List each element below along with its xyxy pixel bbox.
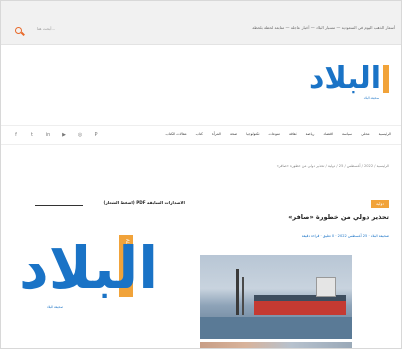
top-bar: أبحث هنا... أسعار الذهب اليوم في السعودي… xyxy=(1,1,401,45)
nav-item[interactable]: محلي xyxy=(361,132,369,136)
nav-item[interactable]: الرئيسية xyxy=(379,132,391,136)
sidebar-logo-subtitle: صحيفة البلاد xyxy=(47,305,64,309)
twitter-icon[interactable]: t xyxy=(29,132,35,138)
article-title: تحذير دولي من خطورة «صافر» xyxy=(288,213,389,221)
sidebar-logo-text: البلاد xyxy=(19,234,161,302)
main-navigation: الرئيسية محلي سياسة اقتصاد رياضة ثقافة م… xyxy=(1,125,401,145)
nav-item[interactable]: تكنولوجيا xyxy=(246,132,259,136)
search-icon[interactable] xyxy=(15,27,22,34)
site-logo[interactable]: البلاد صحيفة البلاد xyxy=(309,59,389,103)
sidebar-title-underline xyxy=(35,205,83,206)
image-mast xyxy=(236,269,239,315)
nav-item[interactable]: مقالات الكتاب xyxy=(166,132,187,136)
logo-subtitle: صحيفة البلاد xyxy=(363,96,379,100)
linkedin-icon[interactable]: in xyxy=(45,132,51,138)
nav-item[interactable]: رياضة xyxy=(306,132,315,136)
nav-item[interactable]: منوعات xyxy=(269,132,281,136)
image-water xyxy=(200,317,352,339)
nav-item[interactable]: كتاب xyxy=(196,132,203,136)
pdf-archive-logo[interactable]: AL BILAD البلاد صحيفة البلاد xyxy=(19,233,161,315)
pinterest-icon[interactable]: P xyxy=(93,132,99,138)
article-meta: صحيفة البلاد · 25 أغسطس 2022 · 0 تعليق ·… xyxy=(301,234,389,238)
logo-text: البلاد xyxy=(309,61,382,96)
youtube-icon[interactable]: ▶ xyxy=(61,132,67,138)
article-image xyxy=(200,255,352,339)
search-input[interactable]: أبحث هنا... xyxy=(37,26,55,31)
instagram-icon[interactable]: ◎ xyxy=(77,132,83,138)
image-mast xyxy=(242,277,244,315)
facebook-icon[interactable]: f xyxy=(13,132,19,138)
nav-item[interactable]: اقتصاد xyxy=(323,132,333,136)
page-frame: أبحث هنا... أسعار الذهب اليوم في السعودي… xyxy=(0,0,402,349)
logo-accent-bar xyxy=(383,65,389,93)
breadcrumb[interactable]: الرئيسية / 2022 / أغسطس / 25 / دولية / ت… xyxy=(277,164,389,168)
category-badge[interactable]: دولية xyxy=(371,200,389,208)
nav-item[interactable]: صحة xyxy=(230,132,237,136)
nav-items: الرئيسية محلي سياسة اقتصاد رياضة ثقافة م… xyxy=(166,132,391,136)
social-links: f t in ▶ ◎ P xyxy=(13,132,99,138)
nav-item[interactable]: المرأة xyxy=(212,132,221,136)
nav-item[interactable]: سياسة xyxy=(342,132,352,136)
news-ticker[interactable]: أسعار الذهب اليوم في السعودية — مسبار ال… xyxy=(125,25,395,30)
image-ship-hull xyxy=(254,295,346,315)
image-ship-tower xyxy=(316,277,336,297)
related-thumbnails[interactable] xyxy=(200,342,352,348)
nav-item[interactable]: ثقافة xyxy=(289,132,297,136)
